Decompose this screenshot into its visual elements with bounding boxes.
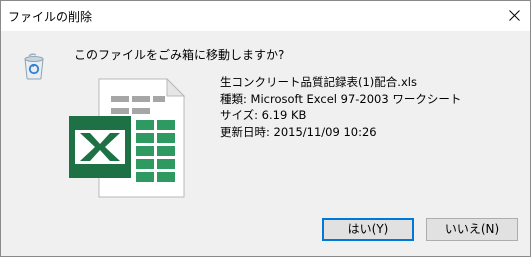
excel-file-icon [69, 78, 185, 198]
file-name: 生コンクリート品質記録表(1)配合.xls [220, 75, 417, 89]
no-button[interactable]: いいえ(N) [426, 218, 518, 241]
delete-file-dialog: ファイルの削除 このファイルをごみ箱に移動しますか? 生コンクリート品質記録表(… [0, 0, 531, 257]
file-size: サイズ: 6.19 KB [220, 108, 307, 122]
confirm-question: このファイルをごみ箱に移動しますか? [74, 48, 285, 62]
window-title: ファイルの削除 [8, 10, 93, 24]
recycle-bin-icon [24, 53, 44, 80]
file-type: 種類: Microsoft Excel 97-2003 ワークシート [220, 91, 462, 106]
close-button[interactable] [498, 1, 530, 31]
title-bar: ファイルの削除 [1, 1, 530, 31]
file-info: 生コンクリート品質記録表(1)配合.xls 種類: Microsoft Exce… [220, 74, 461, 140]
file-modified: 更新日時: 2015/11/09 10:26 [220, 124, 377, 139]
yes-button[interactable]: はい(Y) [322, 218, 414, 241]
close-icon [509, 10, 520, 21]
